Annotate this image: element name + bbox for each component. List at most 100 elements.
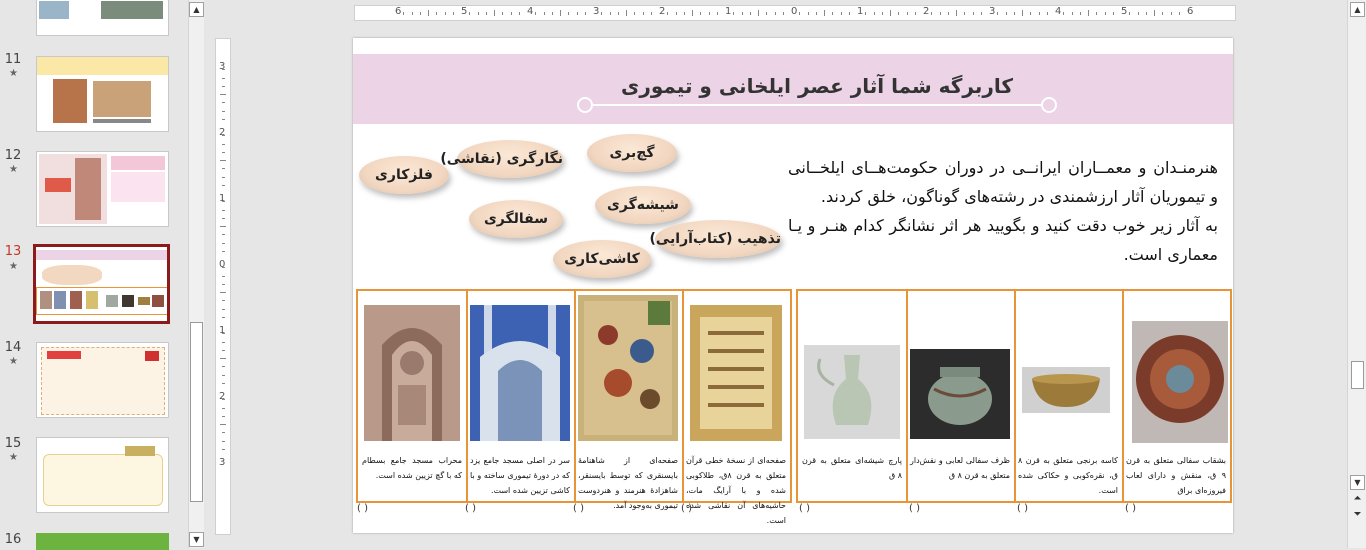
ruler-tick <box>543 12 545 15</box>
bubble-illumination[interactable]: تذهیب (کتاب‌آرایی) <box>649 220 781 258</box>
ruler-tick <box>708 12 710 15</box>
next-slide-icon[interactable]: ⏷ <box>1351 509 1364 522</box>
scroll-down-arrow-icon[interactable]: ▼ <box>1350 475 1365 490</box>
scrollbar-thumb[interactable] <box>1351 361 1364 389</box>
worksheet-subtitle[interactable]: آثار عصر ایلخانی و تیموری <box>613 74 893 98</box>
scroll-down-arrow-icon[interactable]: ▼ <box>189 532 204 547</box>
answer-blank: ( ) <box>573 503 584 514</box>
thumbnail-number: 11 <box>4 52 22 67</box>
ruler-tick <box>766 12 768 15</box>
answer-blank: ( ) <box>909 503 920 514</box>
ruler-tick <box>1096 12 1098 15</box>
ruler-tick <box>222 374 225 376</box>
ruler-tick <box>403 12 405 15</box>
ruler-tick <box>502 12 504 15</box>
answer-blank: ( ) <box>799 503 810 514</box>
slide-thumbnail-14[interactable] <box>36 342 169 418</box>
caption-mosque-portal: سر در اصلی مسجد جامع یزد که در دورهٔ تیم… <box>470 456 570 495</box>
ruler-tick <box>419 12 421 15</box>
ruler-tick <box>576 12 578 15</box>
intro-text-box[interactable]: هنرمنـدان و معمــاران ایرانــی در دوران … <box>788 153 1218 269</box>
ruler-tick <box>1005 12 1007 15</box>
ruler-tick <box>222 308 225 310</box>
ruler-tick <box>716 12 718 15</box>
ruler-tick <box>683 12 685 15</box>
ruler-tick <box>617 12 619 15</box>
ruler-tick <box>222 102 225 104</box>
ruler-tick <box>568 12 570 15</box>
slide-thumbnail-13[interactable] <box>33 244 170 324</box>
slide-thumbnail-10[interactable] <box>36 0 169 36</box>
bubble-painting[interactable]: نگارگری (نقاشی) <box>440 140 563 178</box>
intro-paragraph-1: هنرمنـدان و معمــاران ایرانــی در دوران … <box>788 158 1218 206</box>
ruler-tick <box>452 12 454 15</box>
ruler-number: 1 <box>725 6 732 17</box>
slide-thumbnail-11[interactable] <box>36 56 169 132</box>
scroll-up-arrow-icon[interactable]: ▲ <box>189 2 204 17</box>
slide-thumbnail-12[interactable] <box>36 151 169 227</box>
slide-canvas[interactable]: کاربرگه شماره ۱۱ آثار عصر ایلخانی و تیمو… <box>353 38 1233 533</box>
ceramic-plate-image <box>1132 321 1228 443</box>
ruler-tick <box>873 12 875 15</box>
ruler-tick <box>692 10 693 16</box>
ruler-tick <box>939 12 941 15</box>
ruler-tick <box>1038 12 1040 15</box>
ruler-tick <box>650 12 652 15</box>
ruler-tick <box>1063 12 1065 15</box>
slide-thumbnail-15[interactable] <box>36 437 169 513</box>
ruler-number: 6 <box>1187 6 1194 17</box>
answer-blank: ( ) <box>1125 503 1136 514</box>
caption-brass-bowl: کاسه برنجی متعلق به قرن ۸ ق، نقره‌کوبی و… <box>1018 456 1118 495</box>
thumbnail-scrollbar[interactable]: ▲ ▼ <box>188 0 204 548</box>
artworks-frame-right: پارچ شیشه‌ای متعلق به قرن ۸ ق ظرف سفالی … <box>796 289 1232 503</box>
ruler-tick <box>1088 10 1089 16</box>
ruler-tick <box>1170 12 1172 15</box>
ruler-tick <box>551 12 553 15</box>
ruler-tick <box>733 12 735 15</box>
answer-blank: ( ) <box>465 503 476 514</box>
ruler-tick <box>1022 10 1023 16</box>
caption-quran: صفحه‌ای از نسخهٔ خطی قرآن متعلق به قرن ۸… <box>686 456 786 525</box>
ruler-number: 1 <box>857 6 864 17</box>
bubble-glasswork[interactable]: شیشه‌گری <box>595 186 691 224</box>
previous-slide-icon[interactable]: ⏶ <box>1351 493 1364 506</box>
ruler-number: 4 <box>527 6 534 17</box>
ruler-tick <box>931 12 933 15</box>
ruler-tick <box>222 110 225 112</box>
bubble-metalwork[interactable]: فلزکاری <box>359 156 449 194</box>
ruler-tick <box>411 12 413 15</box>
ruler-tick <box>222 184 225 186</box>
ruler-tick <box>807 12 809 15</box>
ruler-number: 0 <box>791 6 798 17</box>
ruler-tick <box>815 12 817 15</box>
ruler-tick <box>477 12 479 15</box>
ruler-tick <box>222 366 225 368</box>
animation-star-icon: ★ <box>9 261 18 272</box>
ruler-number: 2 <box>219 391 226 402</box>
thumbnail-number: 14 <box>4 340 22 355</box>
horizontal-ruler: 6 5 4 3 2 1 0 1 2 3 4 5 6 <box>354 5 1236 21</box>
scrollbar-thumb[interactable] <box>190 322 203 502</box>
animation-star-icon: ★ <box>9 452 18 463</box>
ruler-number: 2 <box>659 6 666 17</box>
scroll-up-arrow-icon[interactable]: ▲ <box>1350 2 1365 17</box>
ruler-tick <box>1013 12 1015 15</box>
ruler-tick <box>741 12 743 15</box>
editor-scrollbar[interactable]: ▲ ▼ ⏶ ⏷ <box>1347 0 1366 548</box>
thumbnail-number: 15 <box>4 436 22 451</box>
stucco-mihrab-image <box>364 305 460 441</box>
animation-star-icon: ★ <box>9 164 18 175</box>
animation-star-icon: ★ <box>9 68 18 79</box>
ruler-tick <box>1162 12 1164 15</box>
caption-shahnameh: صفحه‌ای از شاهنامهٔ بایسنقری که توسط بای… <box>578 456 678 510</box>
ruler-number: 3 <box>593 6 600 17</box>
ruler-tick <box>584 12 586 15</box>
bubble-stucco[interactable]: گچ‌بری <box>587 134 677 172</box>
ruler-tick <box>222 77 225 79</box>
ruler-tick <box>634 12 636 15</box>
slide-thumbnail-16[interactable] <box>36 533 169 550</box>
bubble-tilework[interactable]: کاشی‌کاری <box>553 240 651 278</box>
brass-bowl-image <box>1022 367 1110 413</box>
bubble-pottery[interactable]: سفالگری <box>469 200 563 238</box>
ruler-number: 6 <box>395 6 402 17</box>
